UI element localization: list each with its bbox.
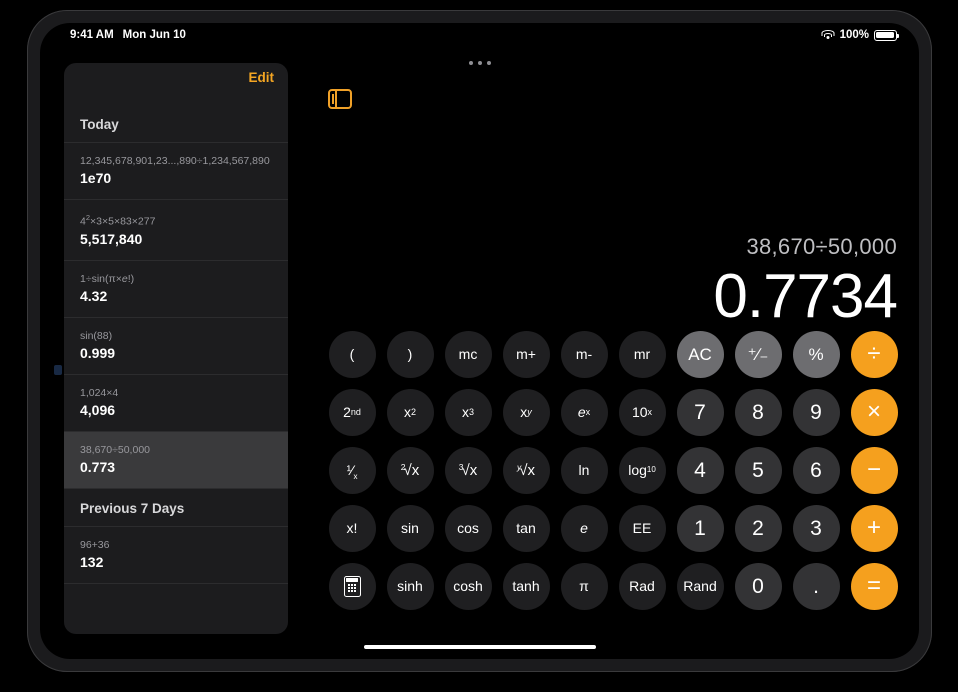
calculator-display: 38,670÷50,000 0.7734 [297, 233, 898, 333]
history-result: 4,096 [80, 401, 116, 418]
calculator-icon [343, 575, 361, 597]
history-row[interactable]: 12,345,678,901,23...,890÷1,234,567,890 1e… [64, 143, 288, 200]
history-result: 0.999 [80, 344, 116, 361]
history-row[interactable]: 1,024×4 4,096 [64, 375, 288, 432]
key-euler-number[interactable]: e [560, 504, 608, 552]
key-subtract[interactable]: − [850, 446, 898, 494]
history-row[interactable]: 1÷sin(π×e!) 4.32 [64, 261, 288, 318]
history-expression: 1÷sin(π×e!) [80, 272, 135, 285]
sidebar-toolbar: Edit [64, 63, 288, 105]
key-4[interactable]: 4 [676, 446, 724, 494]
key-7[interactable]: 7 [676, 388, 724, 436]
key-reciprocal[interactable]: ¹⁄x [328, 446, 376, 494]
history-result: 0.773 [80, 458, 116, 475]
key-cube-root[interactable]: 3 √x [444, 446, 492, 494]
key-square-root[interactable]: 2 √x [386, 446, 434, 494]
sidebar-toggle-divider [335, 91, 337, 107]
key-calculator-mode[interactable] [328, 562, 376, 610]
calculator-keypad[interactable]: () mc m+ m-mr AC ⁺∕₋% ÷ 2nd x 2 x 3 x y e x 10 x 7 8 9 × ¹⁄x 2 √… [323, 325, 903, 615]
history-result: 132 [80, 553, 104, 570]
key-9[interactable]: 9 [792, 388, 840, 436]
wifi-icon [821, 29, 835, 41]
key-cosh[interactable]: cosh [444, 562, 492, 610]
status-bar-right: 100% [821, 29, 899, 41]
display-expression: 38,670÷50,000 [746, 234, 897, 259]
key-tan[interactable]: tan [502, 504, 550, 552]
history-section-header: Previous 7 Days [64, 489, 288, 527]
key-pi[interactable]: π [560, 562, 608, 610]
key-percent[interactable]: % [792, 330, 840, 378]
home-indicator[interactable] [363, 645, 596, 649]
key-factorial[interactable]: x! [328, 504, 376, 552]
key-x-cubed[interactable]: x3 [444, 388, 492, 436]
display-result: 0.7734 [713, 262, 898, 331]
history-result: 1e70 [80, 170, 112, 186]
key-memory-clear[interactable]: mc [444, 330, 492, 378]
status-date: Mon Jun 10 [122, 29, 186, 41]
key-all-clear[interactable]: AC [676, 330, 724, 378]
sidebar-toggle-icon[interactable] [328, 89, 352, 109]
history-row[interactable]: 42×3×5×83×277 5,517,840 [64, 200, 288, 261]
key-second-function[interactable]: 2nd [328, 388, 376, 436]
key-sin[interactable]: sin [386, 504, 434, 552]
key-memory-recall[interactable]: mr [618, 330, 666, 378]
key-natural-log[interactable]: ln [560, 446, 608, 494]
screenshot-scene: 9:41 AM Mon Jun 10 100% Edit Today 12,34… [0, 0, 958, 692]
battery-icon [874, 29, 899, 41]
key-y-root[interactable]: y √x [502, 446, 550, 494]
history-expression: sin(88) [80, 329, 113, 342]
key-0[interactable]: 0 [734, 562, 782, 610]
history-row[interactable]: 38,670÷50,000 0.773 [64, 431, 288, 489]
key-add[interactable]: + [850, 504, 898, 552]
key-memory-add[interactable]: m+ [502, 330, 550, 378]
key-cos[interactable]: cos [444, 504, 492, 552]
key-plus-minus[interactable]: ⁺∕₋ [734, 330, 782, 378]
multitasking-dots-icon[interactable] [468, 61, 491, 65]
key-1[interactable]: 1 [676, 504, 724, 552]
key-decimal-point[interactable]: . [792, 562, 840, 610]
status-bar: 9:41 AM Mon Jun 10 100% [40, 23, 919, 53]
key-divide[interactable]: ÷ [850, 330, 898, 378]
history-result: 5,517,840 [80, 230, 143, 247]
battery-percent-label: 100% [839, 29, 869, 41]
key-log-base-10[interactable]: log 10 [618, 446, 666, 494]
sidebar-toggle-nub [331, 94, 334, 104]
ipad-device-frame: 9:41 AM Mon Jun 10 100% Edit Today 12,34… [27, 10, 932, 672]
key-ten-to-x[interactable]: 10 x [618, 388, 666, 436]
key-random[interactable]: Rand [676, 562, 724, 610]
status-bar-left: 9:41 AM Mon Jun 10 [70, 29, 186, 41]
screen-edge-artifact [54, 365, 62, 375]
history-expression: 38,670÷50,000 [80, 443, 150, 456]
history-section-header: Today [64, 105, 288, 143]
history-expression: 12,345,678,901,23...,890÷1,234,567,890 [80, 155, 270, 167]
key-multiply[interactable]: × [850, 388, 898, 436]
history-expression: 1,024×4 [80, 386, 119, 399]
key-8[interactable]: 8 [734, 388, 782, 436]
history-row[interactable]: 96+36 132 [64, 527, 288, 584]
history-result: 4.32 [80, 287, 108, 304]
status-time: 9:41 AM [70, 29, 114, 41]
key-sinh[interactable]: sinh [386, 562, 434, 610]
history-row[interactable]: sin(88) 0.999 [64, 318, 288, 375]
key-radians[interactable]: Rad [618, 562, 666, 610]
key-memory-subtract[interactable]: m- [560, 330, 608, 378]
edit-button[interactable]: Edit [249, 70, 275, 85]
ipad-screen: 9:41 AM Mon Jun 10 100% Edit Today 12,34… [40, 23, 919, 659]
key-exponent-entry[interactable]: EE [618, 504, 666, 552]
key-tanh[interactable]: tanh [502, 562, 550, 610]
history-sidebar: Edit Today 12,345,678,901,23...,890÷1,234… [64, 63, 288, 634]
key-6[interactable]: 6 [792, 446, 840, 494]
history-expression: 96+36 [80, 538, 110, 551]
key-x-squared[interactable]: x2 [386, 388, 434, 436]
key-2[interactable]: 2 [734, 504, 782, 552]
key-equals[interactable]: = [850, 562, 898, 610]
key-x-to-y[interactable]: xy [502, 388, 550, 436]
key-5[interactable]: 5 [734, 446, 782, 494]
history-list[interactable]: Today 12,345,678,901,23...,890÷1,234,567,… [64, 105, 288, 584]
history-expression: 42×3×5×83×277 [80, 213, 156, 228]
key-close-paren[interactable]: ) [386, 330, 434, 378]
key-e-to-x[interactable]: ex [560, 388, 608, 436]
key-open-paren[interactable]: ( [328, 330, 376, 378]
key-3[interactable]: 3 [792, 504, 840, 552]
